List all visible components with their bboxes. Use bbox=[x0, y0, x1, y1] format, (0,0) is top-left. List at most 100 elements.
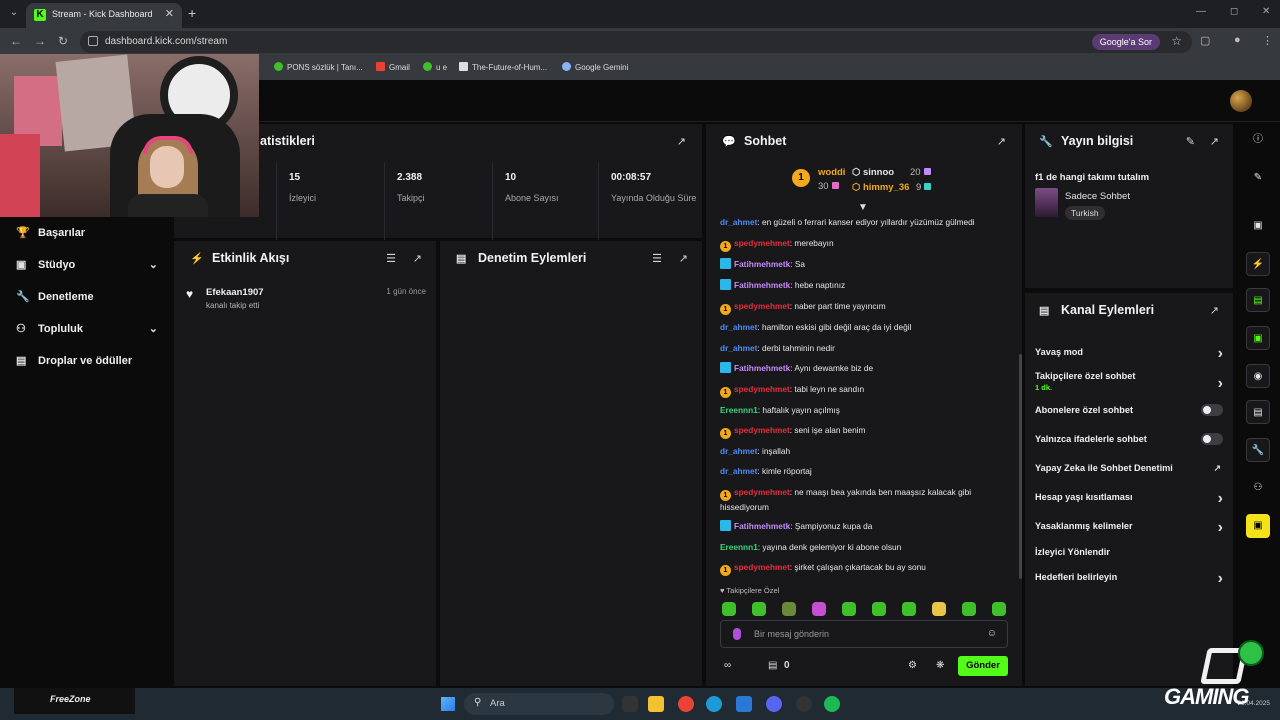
chat-username[interactable]: dr_ahmet bbox=[720, 466, 757, 476]
emote-icon[interactable] bbox=[782, 602, 796, 616]
bookmark-item[interactable]: Google Gemini bbox=[562, 62, 628, 72]
tab-search-button[interactable]: ⌄ bbox=[6, 5, 22, 21]
sidebar-item-achievements[interactable]: 🏆 Başarılar bbox=[16, 226, 158, 246]
popout-icon[interactable]: ↗ bbox=[997, 135, 1006, 148]
chat-scrollbar[interactable] bbox=[1019, 354, 1022, 579]
send-button[interactable]: Gönder bbox=[958, 656, 1008, 676]
document-icon[interactable]: ▤ bbox=[1246, 288, 1270, 312]
emote-icon[interactable] bbox=[752, 602, 766, 616]
chat-username[interactable]: Fatihmehmetk bbox=[734, 363, 790, 373]
popout-icon[interactable]: ↗ bbox=[679, 252, 688, 265]
list-icon[interactable]: ▤ bbox=[1246, 400, 1270, 424]
chat-input[interactable]: Bir mesaj gönderin ☺ bbox=[720, 620, 1008, 648]
browser-menu-icon[interactable]: ⋮ bbox=[1262, 34, 1273, 47]
leaderboard-name[interactable]: woddi bbox=[818, 167, 845, 178]
edge-icon[interactable] bbox=[706, 696, 722, 712]
chat-username[interactable]: Ereennn1 bbox=[720, 542, 758, 552]
channel-action-item[interactable]: Abonelere özel sohbet bbox=[1035, 404, 1223, 416]
task-view-icon[interactable] bbox=[622, 696, 638, 712]
sidebar-item-drops[interactable]: ▤ Droplar ve ödüller bbox=[16, 354, 158, 374]
stream-category[interactable]: Sadece Sohbet bbox=[1065, 191, 1130, 202]
new-tab-button[interactable]: + bbox=[188, 5, 196, 21]
site-info-icon[interactable] bbox=[88, 36, 98, 46]
popout-icon[interactable]: ↗ bbox=[1210, 135, 1219, 148]
info-icon[interactable]: ⓘ bbox=[1246, 128, 1270, 152]
forward-arrow-icon[interactable]: → bbox=[34, 34, 46, 48]
channel-action-item[interactable]: Hesap yaşı kısıtlaması › bbox=[1035, 490, 1223, 507]
chat-username[interactable]: Ereennn1 bbox=[720, 405, 758, 415]
browser-tab-active[interactable]: K Stream - Kick Dashboard ✕ bbox=[26, 3, 182, 28]
wrench-icon[interactable]: 🔧 bbox=[1246, 438, 1270, 462]
emote-icon[interactable] bbox=[872, 602, 886, 616]
filter-icon[interactable]: ☰ bbox=[386, 252, 396, 265]
chat-username[interactable]: dr_ahmet bbox=[720, 217, 757, 227]
channel-action-item[interactable]: Yavaş mod › bbox=[1035, 345, 1223, 362]
broadcast-icon[interactable]: ◉ bbox=[1246, 364, 1270, 388]
chat-username[interactable]: spedymehmet bbox=[734, 562, 790, 572]
chat-username[interactable]: spedymehmet bbox=[734, 238, 790, 248]
chat-username[interactable]: dr_ahmet bbox=[720, 446, 757, 456]
bookmark-item[interactable]: PONS sözlük | Tanı... bbox=[274, 62, 363, 72]
chat-username[interactable]: spedymehmet bbox=[734, 301, 790, 311]
back-arrow-icon[interactable]: ← bbox=[10, 34, 22, 48]
channel-action-item[interactable]: Yasaklanmış kelimeler › bbox=[1035, 519, 1223, 536]
address-bar[interactable]: dashboard.kick.com/stream Google'a Sor ☆ bbox=[80, 31, 1192, 53]
bookmark-star-icon[interactable]: ☆ bbox=[1171, 34, 1182, 48]
chat-username[interactable]: Fatihmehmetk bbox=[734, 259, 790, 269]
channel-action-item[interactable]: Yalnızca ifadelerle sohbet bbox=[1035, 433, 1223, 445]
chat-username[interactable]: spedymehmet bbox=[734, 487, 790, 497]
chat-username[interactable]: Fatihmehmetk bbox=[734, 280, 790, 290]
emote-icon[interactable] bbox=[932, 602, 946, 616]
sidebar-item-moderation[interactable]: 🔧 Denetleme bbox=[16, 290, 158, 310]
taskbar-search[interactable]: ⚲ Ara bbox=[464, 693, 614, 715]
emote-icon[interactable] bbox=[962, 602, 976, 616]
obs-icon[interactable] bbox=[796, 696, 812, 712]
sidebar-item-studio[interactable]: ▣ Stüdyo ⌄ bbox=[16, 258, 158, 278]
emote-icon[interactable] bbox=[902, 602, 916, 616]
extensions-icon[interactable]: ▢ bbox=[1200, 34, 1210, 47]
avatar[interactable] bbox=[1230, 90, 1252, 112]
emoji-icon[interactable]: ☺ bbox=[987, 628, 997, 639]
toggle-switch[interactable] bbox=[1201, 433, 1223, 445]
pencil-icon[interactable]: ✎ bbox=[1186, 135, 1195, 148]
emote-icon[interactable] bbox=[722, 602, 736, 616]
channel-action-item[interactable]: Takipçilere özel sohbet 1 dk. › bbox=[1035, 371, 1223, 392]
chat-username[interactable]: Fatihmehmetk bbox=[734, 521, 790, 531]
file-explorer-icon[interactable] bbox=[648, 696, 664, 712]
bookmark-item[interactable]: The-Future-of-Hum... bbox=[459, 62, 547, 72]
chat-username[interactable]: dr_ahmet bbox=[720, 343, 757, 353]
chat-bubble-icon[interactable]: ▣ bbox=[1246, 326, 1270, 350]
google-ask-button[interactable]: Google'a Sor bbox=[1091, 34, 1160, 50]
minimize-button[interactable]: — bbox=[1196, 6, 1206, 17]
emote-icon[interactable] bbox=[812, 602, 826, 616]
collapse-leaderboard-icon[interactable]: ▼ bbox=[858, 202, 868, 213]
crop-icon[interactable]: ▣ bbox=[1246, 214, 1270, 238]
reload-icon[interactable]: ↻ bbox=[58, 34, 68, 48]
channel-action-item[interactable]: Yapay Zeka ile Sohbet Denetimi ↗ bbox=[1035, 463, 1223, 473]
leaderboard-entry[interactable]: ⬡ himmy_36 bbox=[852, 182, 909, 193]
discord-icon[interactable] bbox=[766, 696, 782, 712]
store-icon[interactable]: ▤ bbox=[768, 660, 777, 671]
tab-close-icon[interactable]: ✕ bbox=[165, 7, 174, 20]
clapper-icon[interactable]: ▣ bbox=[1246, 514, 1270, 538]
chrome-icon[interactable] bbox=[678, 696, 694, 712]
popout-icon[interactable]: ↗ bbox=[677, 135, 686, 148]
chat-username[interactable]: spedymehmet bbox=[734, 425, 790, 435]
activity-user[interactable]: Efekaan1907 bbox=[206, 287, 264, 298]
chat-username[interactable]: spedymehmet bbox=[734, 384, 790, 394]
emote-icon[interactable] bbox=[992, 602, 1006, 616]
toggle-switch[interactable] bbox=[1201, 404, 1223, 416]
sidebar-item-community[interactable]: ⚇ Topluluk ⌄ bbox=[16, 322, 158, 342]
channel-action-item[interactable]: Hedefleri belirleyin › bbox=[1035, 570, 1223, 587]
gear-icon[interactable]: ⚙ bbox=[908, 660, 917, 671]
bookmark-item[interactable]: Gmail bbox=[376, 62, 410, 72]
bookmark-item[interactable]: u e bbox=[423, 62, 447, 72]
infinity-icon[interactable]: ∞ bbox=[724, 660, 731, 671]
popout-icon[interactable]: ↗ bbox=[1210, 304, 1219, 317]
close-window-button[interactable]: ✕ bbox=[1262, 6, 1270, 17]
lightning-icon[interactable]: ⚡ bbox=[1246, 252, 1270, 276]
emote-icon[interactable] bbox=[842, 602, 856, 616]
mic-icon[interactable] bbox=[733, 628, 741, 640]
filter-icon[interactable]: ☰ bbox=[652, 252, 662, 265]
community-icon[interactable]: ⚇ bbox=[1246, 476, 1270, 500]
